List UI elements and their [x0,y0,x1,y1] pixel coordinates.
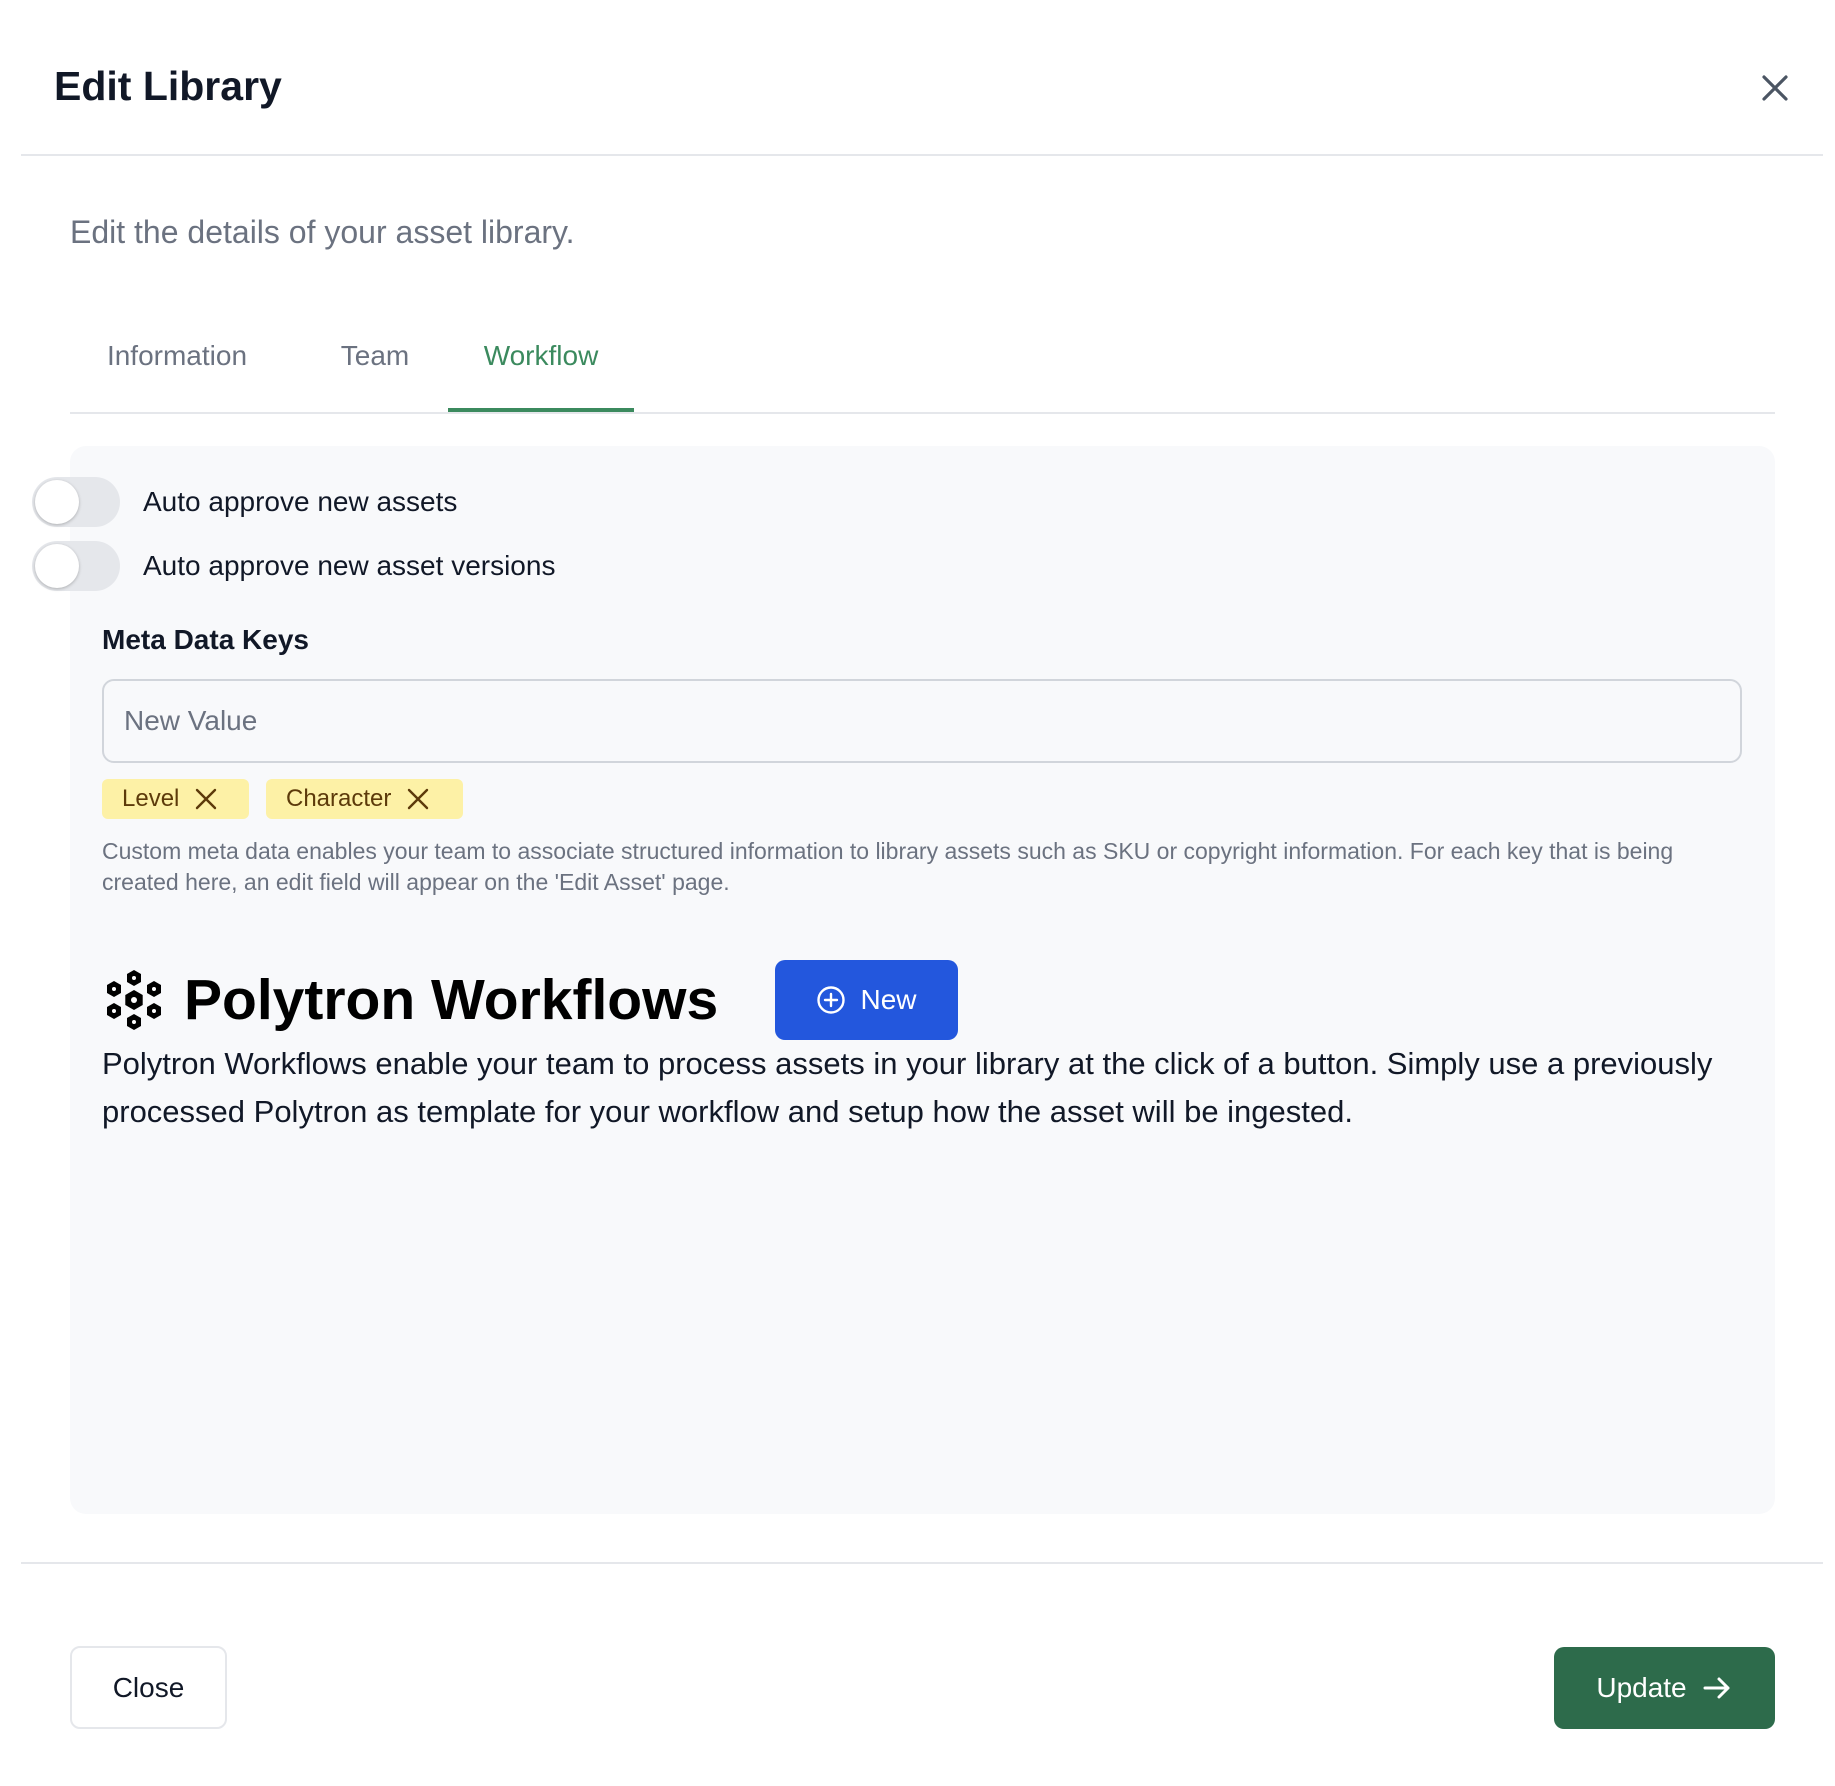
polytron-workflows-description: Polytron Workflows enable your team to p… [102,1046,1713,1129]
tab-information[interactable]: Information [102,334,252,412]
remove-tag-icon[interactable] [193,786,219,812]
polytron-workflows-title: Polytron Workflows [184,968,719,1032]
hexagon-cluster-icon [102,968,166,1032]
auto-approve-versions-toggle[interactable] [32,541,120,591]
dialog-subtitle: Edit the details of your asset library. [70,214,575,250]
tab-team[interactable]: Team [330,334,420,412]
footer-divider [21,1562,1823,1564]
dialog-title: Edit Library [54,63,282,109]
tab-workflow[interactable]: Workflow [448,334,634,412]
meta-tag-label: Level [122,785,180,812]
new-workflow-label: New [860,984,917,1015]
meta-data-key-input[interactable] [102,679,1742,763]
plus-circle-icon [816,985,846,1015]
close-icon[interactable] [1749,62,1801,114]
auto-approve-assets-row: Auto approve new assets [32,477,457,527]
update-button[interactable]: Update [1554,1647,1775,1729]
meta-data-helper-text: Custom meta data enables your team to as… [102,838,1674,895]
auto-approve-versions-row: Auto approve new asset versions [32,541,555,591]
tab-bar: Information Team Workflow [70,334,1775,414]
meta-tag-level: Level [102,779,249,819]
update-label: Update [1596,1672,1687,1703]
auto-approve-assets-toggle[interactable] [32,477,120,527]
meta-tag-label: Character [286,785,392,812]
toggle-knob [35,480,79,524]
dialog-header: Edit Library [21,0,1823,156]
auto-approve-versions-label: Auto approve new asset versions [143,550,556,581]
remove-tag-icon[interactable] [405,786,431,812]
toggle-knob [35,544,79,588]
close-button[interactable]: Close [70,1646,227,1729]
edit-library-dialog: Edit Library Edit the details of your as… [0,0,1835,1786]
arrow-right-icon [1701,1672,1733,1704]
auto-approve-assets-label: Auto approve new assets [143,486,458,517]
meta-data-keys-label: Meta Data Keys [102,624,309,655]
polytron-workflows-heading: Polytron Workflows [102,960,718,1040]
new-workflow-button[interactable]: New [775,960,958,1040]
meta-tag-character: Character [266,779,463,819]
